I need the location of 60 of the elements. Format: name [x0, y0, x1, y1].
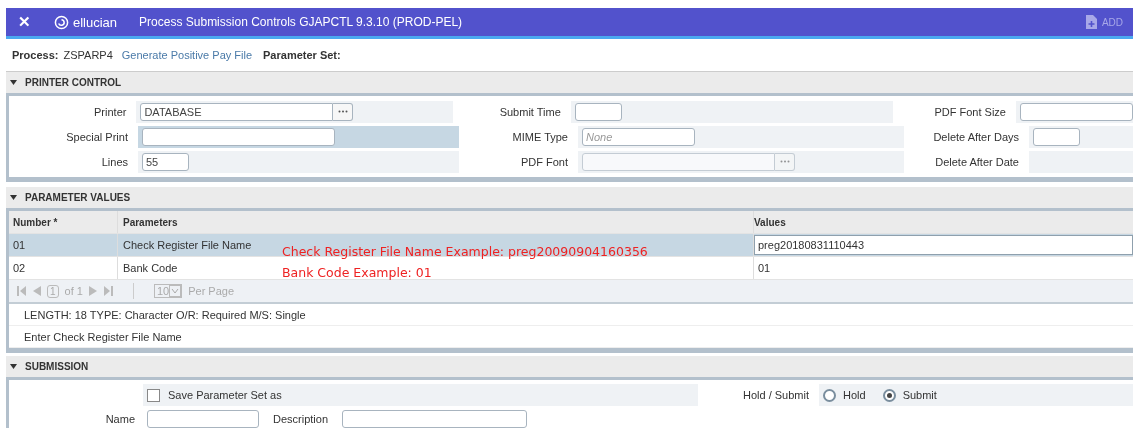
text-field[interactable]: None [582, 127, 695, 146]
lookup-button[interactable] [333, 102, 354, 121]
column-header[interactable]: Number * [9, 216, 117, 228]
per-page-label: Per Page [188, 285, 235, 297]
info-text: LENGTH: 18 TYPE: Character O/R: Required M/S: Single [24, 308, 306, 321]
parameter-set-label: Parameter Set: [263, 49, 341, 61]
text-field[interactable] [574, 102, 622, 121]
section-header[interactable]: PRINTER CONTROL [6, 72, 1133, 96]
field-label: Description [273, 413, 329, 425]
caret-icon [10, 80, 17, 85]
section-header[interactable]: SUBMISSION [6, 356, 1133, 380]
process-name: Generate Positive Pay File [121, 49, 253, 61]
window-title: Process Submission Controls GJAPCTL 9.3.10 (PROD-PEL) [139, 15, 463, 29]
page-count: of 1 [64, 285, 83, 297]
ellipsis-icon [779, 160, 790, 163]
field-label: Lines [100, 155, 129, 168]
radio-label: Hold [843, 389, 866, 401]
table-cell-text: 01 [12, 239, 27, 251]
checkbox-label: Save Parameter Set as [168, 389, 282, 401]
info-text: Enter Check Register File Name [24, 330, 182, 343]
radio-button[interactable] [882, 388, 896, 402]
column-header[interactable]: Values [753, 211, 1133, 233]
description-field[interactable] [342, 410, 528, 428]
text-field[interactable] [1033, 127, 1080, 146]
next-page-icon[interactable] [88, 285, 98, 297]
value-field[interactable]: preg20180831110443 [754, 235, 1133, 255]
checkbox[interactable] [147, 388, 160, 402]
field-label: PDF Font Size [933, 105, 1007, 118]
close-button[interactable]: ✕ [18, 13, 38, 31]
caret-icon [10, 364, 17, 369]
field-label: Hold / Submit [741, 389, 810, 401]
field-label: Printer [93, 105, 128, 118]
field-label: PDF Font [519, 155, 569, 168]
text-field[interactable] [1020, 102, 1133, 121]
field-label: MIME Type [511, 130, 569, 143]
caret-icon [10, 195, 17, 200]
field-label: Special Print [65, 130, 129, 143]
process-code: ZSPARP4 [63, 49, 113, 61]
last-page-icon[interactable] [103, 285, 113, 297]
add-document-icon [1085, 15, 1097, 29]
table-cell-text: 01 [757, 262, 771, 274]
section-header[interactable]: PARAMETER VALUES [6, 187, 1133, 211]
field-label: Delete After Date [934, 155, 1020, 168]
radio-button[interactable] [823, 388, 836, 402]
name-field[interactable] [147, 410, 259, 428]
table-cell-text: 02 [12, 262, 27, 274]
field-label: Delete After Days [932, 130, 1020, 143]
first-page-icon[interactable] [17, 285, 26, 297]
process-label: Process: [12, 49, 59, 61]
field-label: Submit Time [498, 105, 562, 118]
text-field[interactable]: 55 [142, 152, 189, 171]
field-label: Name [104, 413, 136, 425]
brand-logo: ellucian [54, 14, 118, 30]
text-field[interactable] [142, 127, 335, 146]
annotation-text: Bank Code Example: 01 [282, 264, 433, 282]
ellipsis-icon [337, 110, 348, 113]
radio-label: Submit [902, 389, 937, 401]
text-field[interactable]: DATABASE [140, 102, 334, 121]
previous-page-icon[interactable] [32, 285, 41, 297]
column-header[interactable]: Parameters [117, 211, 753, 233]
